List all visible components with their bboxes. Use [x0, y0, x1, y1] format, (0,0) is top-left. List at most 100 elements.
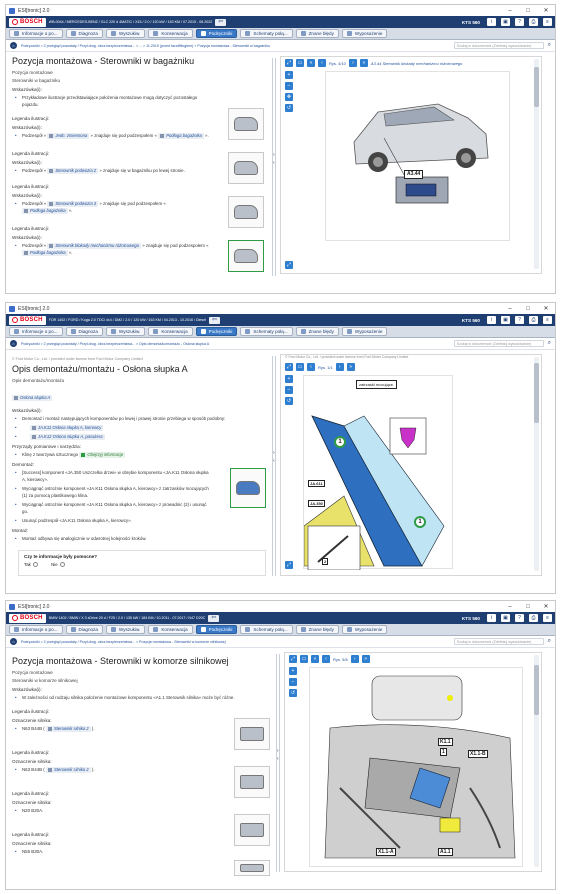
search-input[interactable]: Szukaj w dokumencie (Zdefiniuj wyszukiwa… — [453, 340, 544, 347]
pan-icon[interactable]: ✥ — [285, 93, 293, 101]
tab-equipment[interactable]: Wyposażenie — [341, 327, 388, 336]
component-link[interactable]: Podłoga bagażnika — [22, 208, 68, 214]
breadcrumb[interactable]: Podręczniki > 2 przegląd pozostały / Prz… — [21, 640, 450, 644]
print-icon[interactable]: ⎙ — [529, 316, 538, 324]
search-input[interactable]: Szukaj w dokumencie (Zdefiniuj wyszukiwa… — [453, 42, 544, 49]
component-link[interactable]: Sterownik silnika 2 — [45, 726, 91, 732]
close-button[interactable]: ✕ — [537, 7, 555, 14]
tab-maintenance[interactable]: Konserwacja — [148, 327, 193, 336]
tab-diagnosis[interactable]: Diagnoza — [65, 327, 103, 336]
thumbnail[interactable] — [228, 196, 264, 228]
tab-search[interactable]: Wyszukiw. — [105, 327, 146, 336]
thumbnail[interactable] — [228, 152, 264, 184]
device-icon[interactable]: ▣ — [501, 614, 510, 622]
zoom-in-icon[interactable]: + — [285, 375, 293, 383]
component-link[interactable]: Podłoga bagażnika — [22, 250, 68, 256]
last-image-icon[interactable]: » — [359, 59, 368, 67]
expand-icon[interactable]: ⤢ — [285, 363, 293, 371]
expand-icon[interactable]: ⤢ — [285, 59, 293, 67]
menu-icon[interactable]: ≡ — [543, 614, 552, 622]
tab-diagnosis[interactable]: Diagnoza — [65, 29, 103, 38]
first-image-icon[interactable]: « — [311, 655, 319, 663]
tab-wiring[interactable]: Schematy połą... — [240, 29, 293, 38]
tab-known-faults[interactable]: Znane błędy — [295, 29, 339, 38]
component-link[interactable]: Sterownik podwozia 3 — [47, 201, 99, 207]
menu-icon[interactable]: ≡ — [543, 18, 552, 26]
scrollbar[interactable] — [534, 59, 539, 269]
search-icon[interactable]: ⌕ — [548, 638, 551, 645]
info-link[interactable]: Obejrzyj informacje — [79, 452, 126, 458]
zoom-in-icon[interactable]: + — [285, 71, 293, 79]
tab-vehicle-info[interactable]: Informacje o po... — [9, 327, 63, 336]
back-arrow-icon[interactable]: ⇦ — [209, 316, 221, 324]
thumbnail-selected[interactable] — [230, 468, 266, 508]
thumbnail[interactable] — [234, 766, 270, 798]
next-image-icon[interactable]: › — [335, 363, 344, 371]
fit-icon[interactable]: ▭ — [296, 363, 304, 371]
zoom-out-icon[interactable]: − — [285, 82, 293, 90]
tab-manuals[interactable]: Podręczniki — [195, 327, 238, 336]
splitter[interactable] — [272, 58, 276, 276]
fullscreen-icon[interactable]: ⤢ — [285, 561, 293, 569]
tab-known-faults[interactable]: Znane błędy — [295, 625, 339, 634]
chevron-left-icon[interactable]: ‹ — [273, 458, 275, 464]
next-image-icon[interactable]: › — [350, 655, 359, 663]
last-image-icon[interactable]: » — [361, 655, 370, 663]
home-icon[interactable]: ⌂ — [10, 340, 17, 347]
zoom-out-icon[interactable]: − — [285, 386, 293, 394]
print-icon[interactable]: ⎙ — [529, 18, 538, 26]
prev-image-icon[interactable]: ‹ — [322, 655, 330, 663]
tab-maintenance[interactable]: Konserwacja — [148, 29, 193, 38]
thumbnail[interactable] — [234, 718, 270, 750]
component-link[interactable]: Sterownik blokady mechanizmu różnicowego — [47, 243, 141, 249]
last-image-icon[interactable]: » — [346, 363, 355, 371]
prev-image-icon[interactable]: ‹ — [307, 363, 315, 371]
component-link[interactable]: Sterownik podwozia 2 — [47, 168, 99, 174]
minimize-button[interactable]: – — [501, 306, 519, 312]
device-icon[interactable]: ▣ — [501, 316, 510, 324]
device-icon[interactable]: ▣ — [501, 18, 510, 26]
minimize-button[interactable]: – — [501, 604, 519, 610]
close-button[interactable]: ✕ — [537, 603, 555, 610]
tab-equipment[interactable]: Wyposażenie — [341, 29, 388, 38]
thumbnail[interactable] — [228, 108, 264, 140]
component-link[interactable]: Sterownik silnika 2 — [45, 767, 91, 773]
breadcrumb[interactable]: Podręczniki > 2 przegląd pozostały / Prz… — [21, 44, 450, 48]
maximize-button[interactable]: □ — [519, 306, 537, 312]
fullscreen-icon[interactable]: ⤢ — [285, 261, 293, 269]
component-link[interactable]: JA.K11 Osłona słupka A, kierowcy — [30, 425, 104, 431]
home-icon[interactable]: ⌂ — [10, 638, 17, 645]
tab-diagnosis[interactable]: Diagnoza — [65, 625, 103, 634]
scrollbar[interactable] — [534, 655, 539, 867]
back-arrow-icon[interactable]: ⇦ — [215, 18, 227, 26]
feedback-no[interactable]: Nie — [51, 562, 65, 567]
zoom-in-icon[interactable]: + — [289, 667, 297, 675]
fit-icon[interactable]: ▭ — [296, 59, 304, 67]
tab-wiring[interactable]: Schematy połą... — [240, 625, 293, 634]
help-icon[interactable]: ? — [515, 18, 524, 26]
prev-image-icon[interactable]: ‹ — [318, 59, 326, 67]
tab-vehicle-info[interactable]: Informacje o po... — [9, 29, 63, 38]
splitter[interactable] — [276, 654, 280, 872]
tab-search[interactable]: Wyszukiw. — [105, 625, 146, 634]
component-link[interactable]: JA.K12 Osłona słupka A, pasażera — [30, 434, 105, 440]
tab-maintenance[interactable]: Konserwacja — [148, 625, 193, 634]
tab-search[interactable]: Wyszukiw. — [105, 29, 146, 38]
component-link[interactable]: Osłona słupka A — [12, 395, 53, 401]
reset-icon[interactable]: ↺ — [285, 104, 293, 112]
feedback-yes[interactable]: Tak — [24, 562, 38, 567]
reset-icon[interactable]: ↺ — [289, 689, 297, 697]
tab-manuals[interactable]: Podręczniki — [195, 625, 238, 634]
tab-known-faults[interactable]: Znane błędy — [295, 327, 339, 336]
expand-icon[interactable]: ⤢ — [289, 655, 297, 663]
tab-wiring[interactable]: Schematy połą... — [240, 327, 293, 336]
component-link[interactable]: Jedn. zmiennona — [47, 133, 90, 139]
close-button[interactable]: ✕ — [537, 305, 555, 312]
thumbnail[interactable] — [234, 860, 270, 876]
scrollbar[interactable] — [534, 357, 539, 571]
fit-icon[interactable]: ▭ — [300, 655, 308, 663]
minimize-button[interactable]: – — [501, 8, 519, 14]
info-icon[interactable]: i — [487, 316, 496, 324]
splitter[interactable] — [272, 356, 276, 576]
chevron-right-icon[interactable]: › — [273, 450, 275, 456]
